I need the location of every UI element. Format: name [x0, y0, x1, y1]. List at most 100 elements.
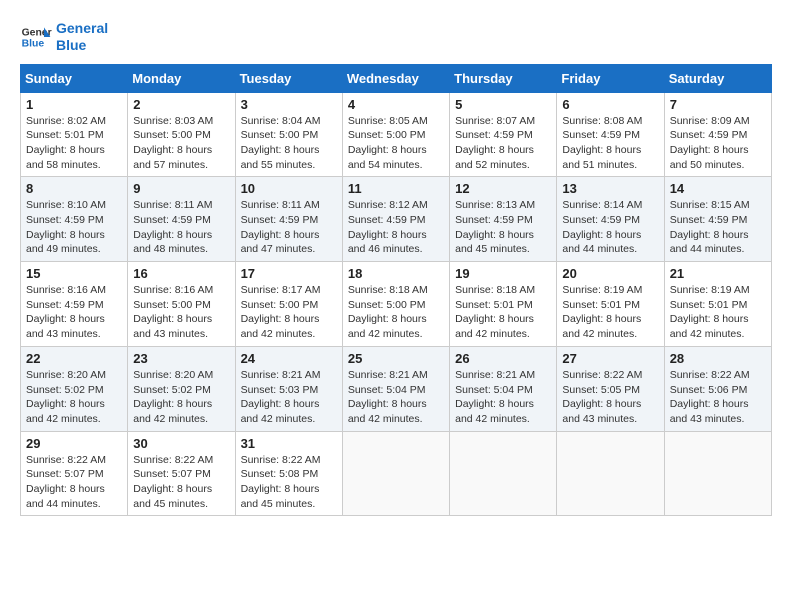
day-info: Sunrise: 8:20 AM Sunset: 5:02 PM Dayligh… [26, 368, 122, 427]
svg-text:Blue: Blue [22, 38, 45, 49]
day-info: Sunrise: 8:18 AM Sunset: 5:01 PM Dayligh… [455, 283, 551, 342]
day-number: 6 [562, 97, 658, 112]
logo-icon: General Blue [20, 21, 52, 53]
calendar-cell: 11 Sunrise: 8:12 AM Sunset: 4:59 PM Dayl… [342, 177, 449, 262]
calendar-cell: 7 Sunrise: 8:09 AM Sunset: 4:59 PM Dayli… [664, 92, 771, 177]
calendar-cell: 13 Sunrise: 8:14 AM Sunset: 4:59 PM Dayl… [557, 177, 664, 262]
day-info: Sunrise: 8:02 AM Sunset: 5:01 PM Dayligh… [26, 114, 122, 173]
day-number: 27 [562, 351, 658, 366]
day-info: Sunrise: 8:22 AM Sunset: 5:06 PM Dayligh… [670, 368, 766, 427]
calendar-cell: 14 Sunrise: 8:15 AM Sunset: 4:59 PM Dayl… [664, 177, 771, 262]
day-number: 26 [455, 351, 551, 366]
day-number: 5 [455, 97, 551, 112]
day-number: 1 [26, 97, 122, 112]
day-info: Sunrise: 8:07 AM Sunset: 4:59 PM Dayligh… [455, 114, 551, 173]
weekday-header-wednesday: Wednesday [342, 64, 449, 92]
calendar-cell: 6 Sunrise: 8:08 AM Sunset: 4:59 PM Dayli… [557, 92, 664, 177]
logo: General Blue GeneralBlue [20, 20, 108, 54]
day-number: 15 [26, 266, 122, 281]
day-info: Sunrise: 8:22 AM Sunset: 5:07 PM Dayligh… [133, 453, 229, 512]
calendar-cell: 31 Sunrise: 8:22 AM Sunset: 5:08 PM Dayl… [235, 431, 342, 516]
day-info: Sunrise: 8:22 AM Sunset: 5:08 PM Dayligh… [241, 453, 337, 512]
day-number: 19 [455, 266, 551, 281]
calendar-cell: 16 Sunrise: 8:16 AM Sunset: 5:00 PM Dayl… [128, 262, 235, 347]
day-info: Sunrise: 8:05 AM Sunset: 5:00 PM Dayligh… [348, 114, 444, 173]
calendar-cell: 18 Sunrise: 8:18 AM Sunset: 5:00 PM Dayl… [342, 262, 449, 347]
day-info: Sunrise: 8:15 AM Sunset: 4:59 PM Dayligh… [670, 198, 766, 257]
calendar-cell [450, 431, 557, 516]
day-number: 25 [348, 351, 444, 366]
calendar-cell: 24 Sunrise: 8:21 AM Sunset: 5:03 PM Dayl… [235, 346, 342, 431]
day-info: Sunrise: 8:21 AM Sunset: 5:04 PM Dayligh… [348, 368, 444, 427]
day-info: Sunrise: 8:20 AM Sunset: 5:02 PM Dayligh… [133, 368, 229, 427]
calendar-cell: 1 Sunrise: 8:02 AM Sunset: 5:01 PM Dayli… [21, 92, 128, 177]
calendar-cell: 8 Sunrise: 8:10 AM Sunset: 4:59 PM Dayli… [21, 177, 128, 262]
day-info: Sunrise: 8:04 AM Sunset: 5:00 PM Dayligh… [241, 114, 337, 173]
day-info: Sunrise: 8:10 AM Sunset: 4:59 PM Dayligh… [26, 198, 122, 257]
weekday-header-sunday: Sunday [21, 64, 128, 92]
day-number: 12 [455, 181, 551, 196]
day-info: Sunrise: 8:12 AM Sunset: 4:59 PM Dayligh… [348, 198, 444, 257]
day-number: 17 [241, 266, 337, 281]
weekday-header-thursday: Thursday [450, 64, 557, 92]
day-info: Sunrise: 8:11 AM Sunset: 4:59 PM Dayligh… [133, 198, 229, 257]
calendar-cell: 4 Sunrise: 8:05 AM Sunset: 5:00 PM Dayli… [342, 92, 449, 177]
day-number: 18 [348, 266, 444, 281]
calendar-cell: 30 Sunrise: 8:22 AM Sunset: 5:07 PM Dayl… [128, 431, 235, 516]
day-number: 13 [562, 181, 658, 196]
day-info: Sunrise: 8:08 AM Sunset: 4:59 PM Dayligh… [562, 114, 658, 173]
day-number: 3 [241, 97, 337, 112]
day-number: 22 [26, 351, 122, 366]
day-info: Sunrise: 8:11 AM Sunset: 4:59 PM Dayligh… [241, 198, 337, 257]
calendar-cell: 26 Sunrise: 8:21 AM Sunset: 5:04 PM Dayl… [450, 346, 557, 431]
calendar-cell: 19 Sunrise: 8:18 AM Sunset: 5:01 PM Dayl… [450, 262, 557, 347]
day-info: Sunrise: 8:13 AM Sunset: 4:59 PM Dayligh… [455, 198, 551, 257]
day-number: 31 [241, 436, 337, 451]
calendar-cell: 12 Sunrise: 8:13 AM Sunset: 4:59 PM Dayl… [450, 177, 557, 262]
day-number: 21 [670, 266, 766, 281]
day-number: 30 [133, 436, 229, 451]
calendar-cell: 27 Sunrise: 8:22 AM Sunset: 5:05 PM Dayl… [557, 346, 664, 431]
calendar-cell: 3 Sunrise: 8:04 AM Sunset: 5:00 PM Dayli… [235, 92, 342, 177]
day-info: Sunrise: 8:19 AM Sunset: 5:01 PM Dayligh… [562, 283, 658, 342]
day-number: 20 [562, 266, 658, 281]
day-info: Sunrise: 8:19 AM Sunset: 5:01 PM Dayligh… [670, 283, 766, 342]
day-info: Sunrise: 8:16 AM Sunset: 4:59 PM Dayligh… [26, 283, 122, 342]
weekday-header-tuesday: Tuesday [235, 64, 342, 92]
day-info: Sunrise: 8:18 AM Sunset: 5:00 PM Dayligh… [348, 283, 444, 342]
calendar-table: SundayMondayTuesdayWednesdayThursdayFrid… [20, 64, 772, 517]
day-info: Sunrise: 8:22 AM Sunset: 5:07 PM Dayligh… [26, 453, 122, 512]
calendar-cell: 10 Sunrise: 8:11 AM Sunset: 4:59 PM Dayl… [235, 177, 342, 262]
day-number: 28 [670, 351, 766, 366]
day-number: 23 [133, 351, 229, 366]
day-number: 14 [670, 181, 766, 196]
day-number: 4 [348, 97, 444, 112]
day-info: Sunrise: 8:03 AM Sunset: 5:00 PM Dayligh… [133, 114, 229, 173]
day-number: 24 [241, 351, 337, 366]
day-number: 9 [133, 181, 229, 196]
calendar-cell: 9 Sunrise: 8:11 AM Sunset: 4:59 PM Dayli… [128, 177, 235, 262]
calendar-cell: 21 Sunrise: 8:19 AM Sunset: 5:01 PM Dayl… [664, 262, 771, 347]
calendar-cell: 15 Sunrise: 8:16 AM Sunset: 4:59 PM Dayl… [21, 262, 128, 347]
day-info: Sunrise: 8:14 AM Sunset: 4:59 PM Dayligh… [562, 198, 658, 257]
page-header: General Blue GeneralBlue [20, 20, 772, 54]
day-number: 2 [133, 97, 229, 112]
day-info: Sunrise: 8:21 AM Sunset: 5:04 PM Dayligh… [455, 368, 551, 427]
day-number: 10 [241, 181, 337, 196]
calendar-cell: 20 Sunrise: 8:19 AM Sunset: 5:01 PM Dayl… [557, 262, 664, 347]
day-info: Sunrise: 8:21 AM Sunset: 5:03 PM Dayligh… [241, 368, 337, 427]
calendar-cell: 25 Sunrise: 8:21 AM Sunset: 5:04 PM Dayl… [342, 346, 449, 431]
day-number: 11 [348, 181, 444, 196]
day-number: 7 [670, 97, 766, 112]
day-info: Sunrise: 8:16 AM Sunset: 5:00 PM Dayligh… [133, 283, 229, 342]
calendar-cell [557, 431, 664, 516]
day-info: Sunrise: 8:17 AM Sunset: 5:00 PM Dayligh… [241, 283, 337, 342]
calendar-cell: 5 Sunrise: 8:07 AM Sunset: 4:59 PM Dayli… [450, 92, 557, 177]
weekday-header-saturday: Saturday [664, 64, 771, 92]
weekday-header-friday: Friday [557, 64, 664, 92]
day-info: Sunrise: 8:22 AM Sunset: 5:05 PM Dayligh… [562, 368, 658, 427]
day-info: Sunrise: 8:09 AM Sunset: 4:59 PM Dayligh… [670, 114, 766, 173]
calendar-cell: 23 Sunrise: 8:20 AM Sunset: 5:02 PM Dayl… [128, 346, 235, 431]
logo-text: GeneralBlue [56, 20, 108, 54]
calendar-cell: 29 Sunrise: 8:22 AM Sunset: 5:07 PM Dayl… [21, 431, 128, 516]
